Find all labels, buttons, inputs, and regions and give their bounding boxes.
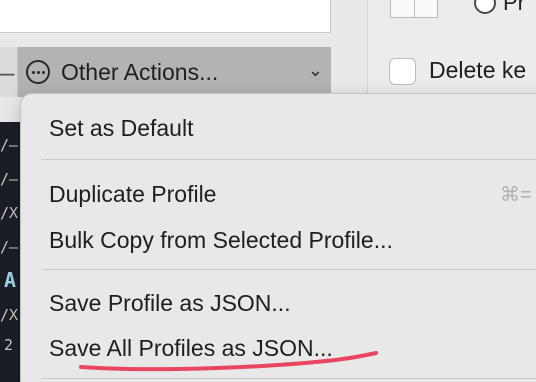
segmented-control[interactable] (390, 0, 438, 18)
menu-separator (41, 378, 536, 379)
terminal-line: /– (0, 170, 19, 188)
menu-item-save-profile-json[interactable]: Save Profile as JSON... (49, 290, 291, 317)
radio-button[interactable] (474, 0, 496, 14)
menu-item-bulk-copy[interactable]: Bulk Copy from Selected Profile... (49, 227, 393, 254)
chevron-down-icon: ⌄ (307, 60, 323, 80)
radio-label: Pr (503, 0, 525, 15)
hand-drawn-underline-annotation (79, 351, 378, 372)
other-actions-label: Other Actions... (61, 58, 219, 85)
remove-profile-button[interactable]: – (0, 47, 18, 97)
terminal-line: /– (0, 136, 19, 154)
other-actions-menu: Set as Default Duplicate Profile ⌘= Bulk… (20, 93, 536, 382)
ellipsis-circle-icon (26, 60, 50, 84)
menu-separator (41, 269, 536, 270)
menu-separator (41, 159, 536, 160)
terminal-line: /X (0, 306, 19, 324)
profile-list[interactable] (0, 0, 331, 33)
menu-item-duplicate-profile[interactable]: Duplicate Profile (49, 181, 216, 208)
menu-item-set-as-default[interactable]: Set as Default (49, 115, 193, 142)
delete-checkbox[interactable] (389, 58, 416, 85)
terminal-line: A (4, 268, 17, 292)
terminal-preview: /– /– /X /– A /X 2 (0, 122, 22, 382)
terminal-line: /– (0, 238, 19, 256)
terminal-line: 2 (4, 336, 14, 354)
other-actions-button[interactable]: Other Actions... ⌄ (18, 47, 331, 97)
terminal-line: /X (0, 204, 19, 222)
delete-checkbox-label: Delete ke (429, 57, 527, 83)
duplicate-shortcut: ⌘= (500, 184, 532, 206)
